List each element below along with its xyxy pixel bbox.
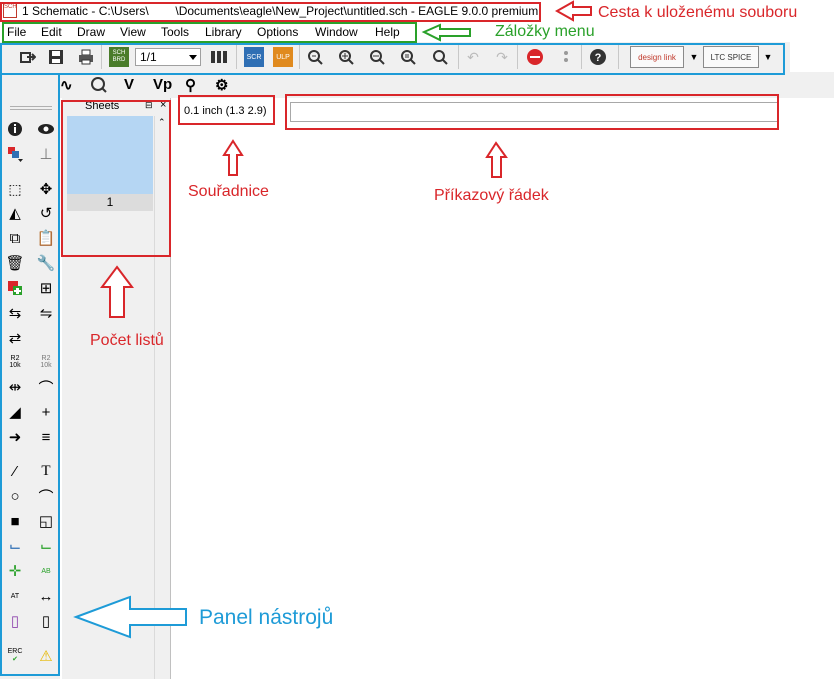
annotation-path-label: Cesta k uloženému souboru (598, 4, 798, 21)
arrow-left-path (554, 0, 592, 22)
arrow-up-command (485, 141, 508, 178)
arrow-up-coordinates (222, 139, 244, 176)
annotation-coordinates-label: Souřadnice (188, 183, 269, 200)
annotation-menu-label: Záložky menu (495, 23, 595, 40)
annotation-sheets-label: Počet listů (90, 332, 164, 349)
annotation-command-label: Příkazový řádek (434, 187, 549, 204)
annotation-tools-label: Panel nástrojů (199, 606, 334, 629)
arrow-left-tools (73, 595, 187, 639)
arrow-up-sheets (100, 265, 134, 318)
arrow-left-menu (421, 23, 471, 42)
